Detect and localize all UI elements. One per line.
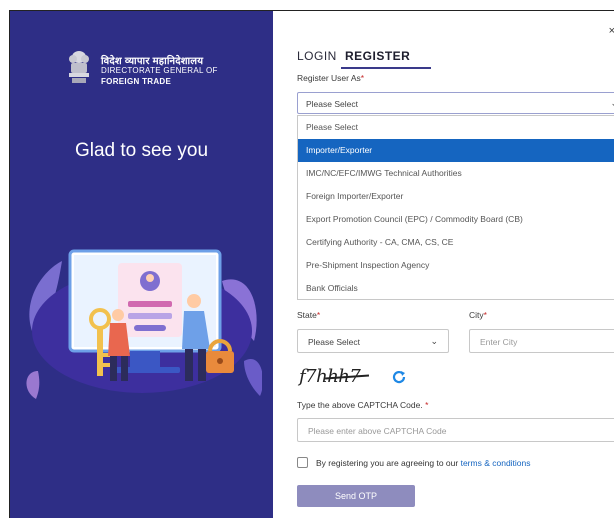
register-as-options-list: Please Select Importer/Exporter IMC/NC/E…: [297, 115, 614, 300]
terms-agreement-prefix: By registering you are agreeing to our: [316, 458, 461, 468]
captcha-input[interactable]: Please enter above CAPTCHA Code: [297, 418, 614, 442]
register-as-label: Register User As*: [297, 73, 364, 83]
tab-login[interactable]: LOGIN: [297, 49, 337, 63]
tab-register[interactable]: REGISTER: [345, 49, 410, 63]
terms-agreement-text: By registering you are agreeing to our t…: [316, 458, 531, 468]
required-mark: *: [483, 310, 487, 320]
register-as-option[interactable]: Bank Officials: [298, 277, 614, 300]
chevron-down-icon: ⌄: [610, 98, 614, 109]
captcha-label: Type the above CAPTCHA Code. *: [297, 400, 428, 410]
login-illustration-icon: [26, 249, 262, 399]
city-label-text: City: [469, 310, 484, 320]
register-as-option[interactable]: Export Promotion Council (EPC) / Commodi…: [298, 208, 614, 231]
state-label-text: State: [297, 310, 317, 320]
org-name-line2: FOREIGN TRADE: [101, 77, 172, 86]
national-emblem-icon: [69, 51, 89, 83]
register-as-selected-value: Please Select: [306, 99, 358, 109]
send-otp-button[interactable]: Send OTP: [297, 485, 415, 507]
required-mark: *: [425, 400, 429, 410]
chevron-down-icon: ⌄: [430, 336, 438, 346]
org-name-line1: DIRECTORATE GENERAL OF: [101, 66, 218, 75]
active-tab-indicator: [341, 67, 431, 69]
register-as-option[interactable]: Foreign Importer/Exporter: [298, 185, 614, 208]
register-as-option[interactable]: IMC/NC/EFC/IMWG Technical Authorities: [298, 162, 614, 185]
state-selected-value: Please Select: [308, 337, 360, 347]
form-panel: × LOGIN REGISTER Register User As* Pleas…: [273, 11, 614, 518]
captcha-label-text: Type the above CAPTCHA Code.: [297, 400, 423, 410]
terms-conditions-link[interactable]: terms & conditions: [461, 458, 531, 468]
registration-modal: विदेश व्यापार महानिदेशालय DIRECTORATE GE…: [9, 10, 614, 518]
required-mark: *: [316, 310, 321, 320]
terms-checkbox[interactable]: [297, 457, 308, 468]
city-label: City*: [469, 310, 487, 320]
register-as-option-active[interactable]: Importer/Exporter: [298, 139, 614, 162]
register-as-option[interactable]: Please Select: [298, 116, 614, 139]
register-as-option[interactable]: Certifying Authority - CA, CMA, CS, CE: [298, 231, 614, 254]
brand-panel: विदेश व्यापार महानिदेशालय DIRECTORATE GE…: [10, 11, 273, 518]
register-as-select[interactable]: Please Select ⌄: [297, 92, 614, 114]
register-as-label-text: Register User As: [297, 73, 361, 83]
org-hindi-name: विदेश व्यापार महानिदेशालय: [101, 56, 204, 67]
state-label: State*: [297, 310, 320, 320]
required-mark: *: [360, 73, 365, 83]
register-as-option[interactable]: Pre-Shipment Inspection Agency: [298, 254, 614, 277]
welcome-tagline: Glad to see you: [74, 140, 209, 161]
state-select[interactable]: Please Select ⌄: [297, 329, 449, 353]
refresh-icon[interactable]: [391, 369, 407, 385]
city-input[interactable]: Enter City: [469, 329, 614, 353]
close-icon[interactable]: ×: [609, 25, 614, 37]
